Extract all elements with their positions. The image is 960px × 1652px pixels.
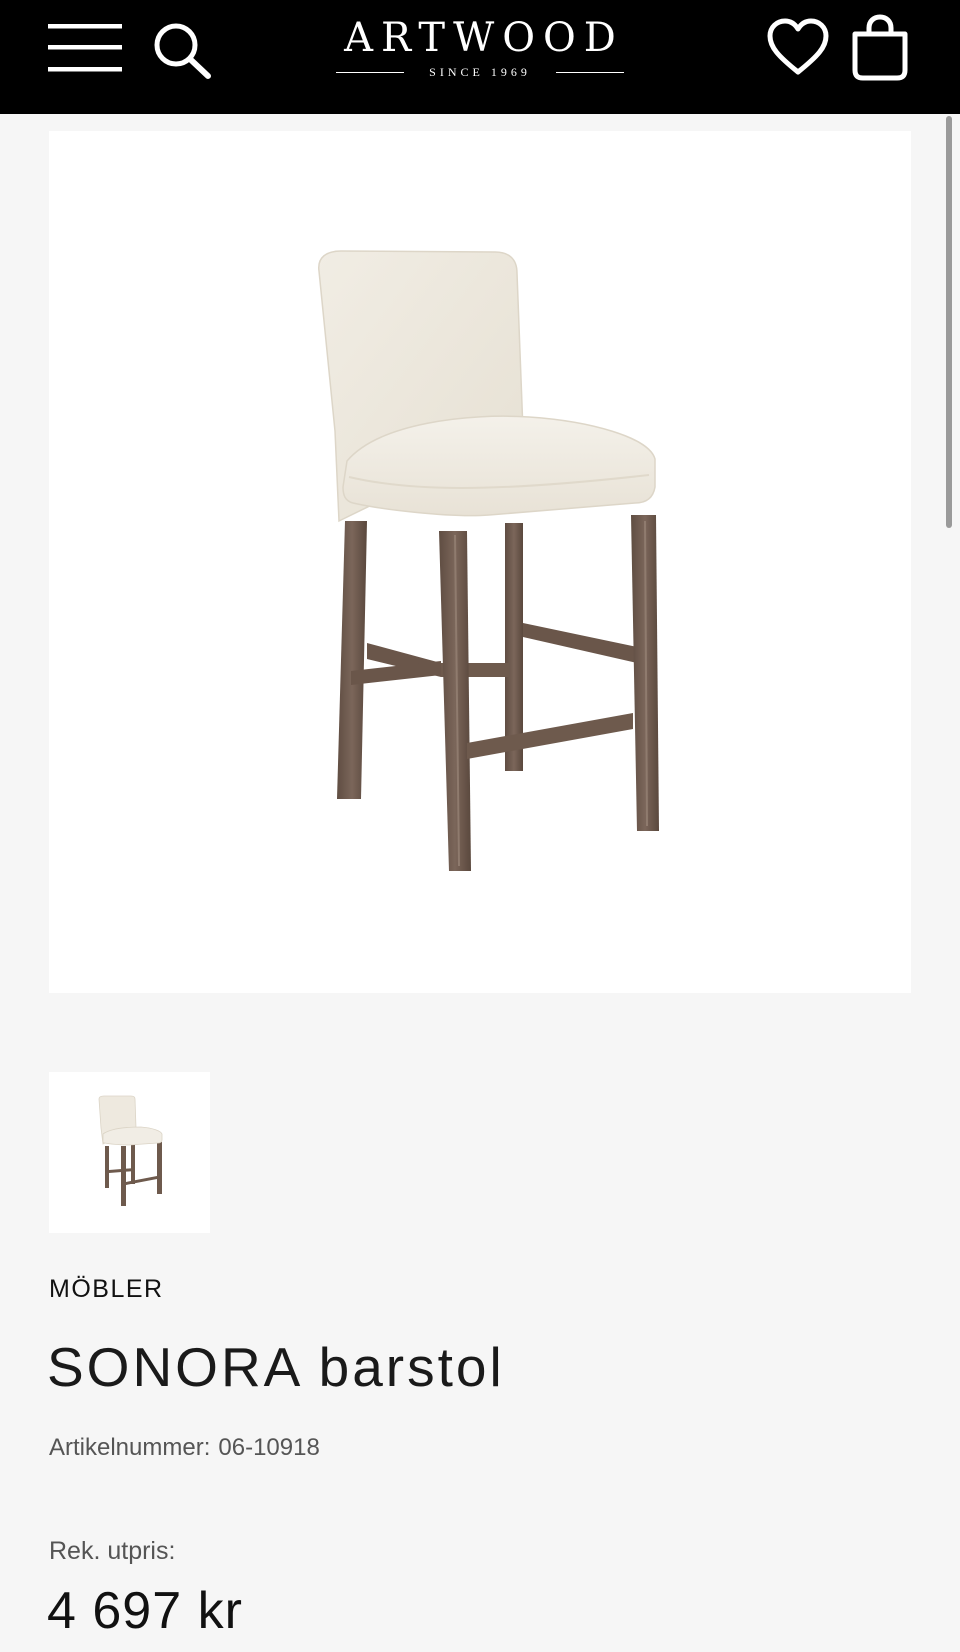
product-sku: Artikelnummer: 06-10918 (49, 1433, 320, 1463)
shopping-bag-icon[interactable] (850, 14, 910, 82)
site-header: ARTWOOD SINCE 1969 (0, 0, 960, 114)
sku-label: Artikelnummer: (49, 1434, 211, 1461)
page-scrollbar[interactable] (946, 116, 952, 528)
brand-tagline-row: SINCE 1969 (336, 64, 624, 80)
heart-icon[interactable] (766, 16, 830, 80)
bar-stool-illustration (318, 250, 659, 871)
bar-stool-thumbnail (98, 1095, 163, 1206)
brand-tagline: SINCE 1969 (429, 65, 531, 79)
product-main-image[interactable] (49, 131, 911, 993)
search-icon[interactable] (152, 20, 214, 80)
product-price: 4 697 kr (47, 1582, 243, 1640)
product-title: SONORA barstol (47, 1336, 505, 1398)
tagline-divider-left (336, 72, 404, 73)
brand-logo[interactable]: ARTWOOD SINCE 1969 (300, 14, 660, 86)
sku-value: 06-10918 (218, 1434, 320, 1461)
price-label: Rek. utpris: (49, 1537, 176, 1565)
brand-name: ARTWOOD (344, 15, 624, 61)
product-category[interactable]: MÖBLER (49, 1274, 164, 1304)
product-thumbnail[interactable] (49, 1072, 210, 1233)
tagline-divider-right (556, 72, 624, 73)
hamburger-menu-icon[interactable] (48, 22, 122, 74)
